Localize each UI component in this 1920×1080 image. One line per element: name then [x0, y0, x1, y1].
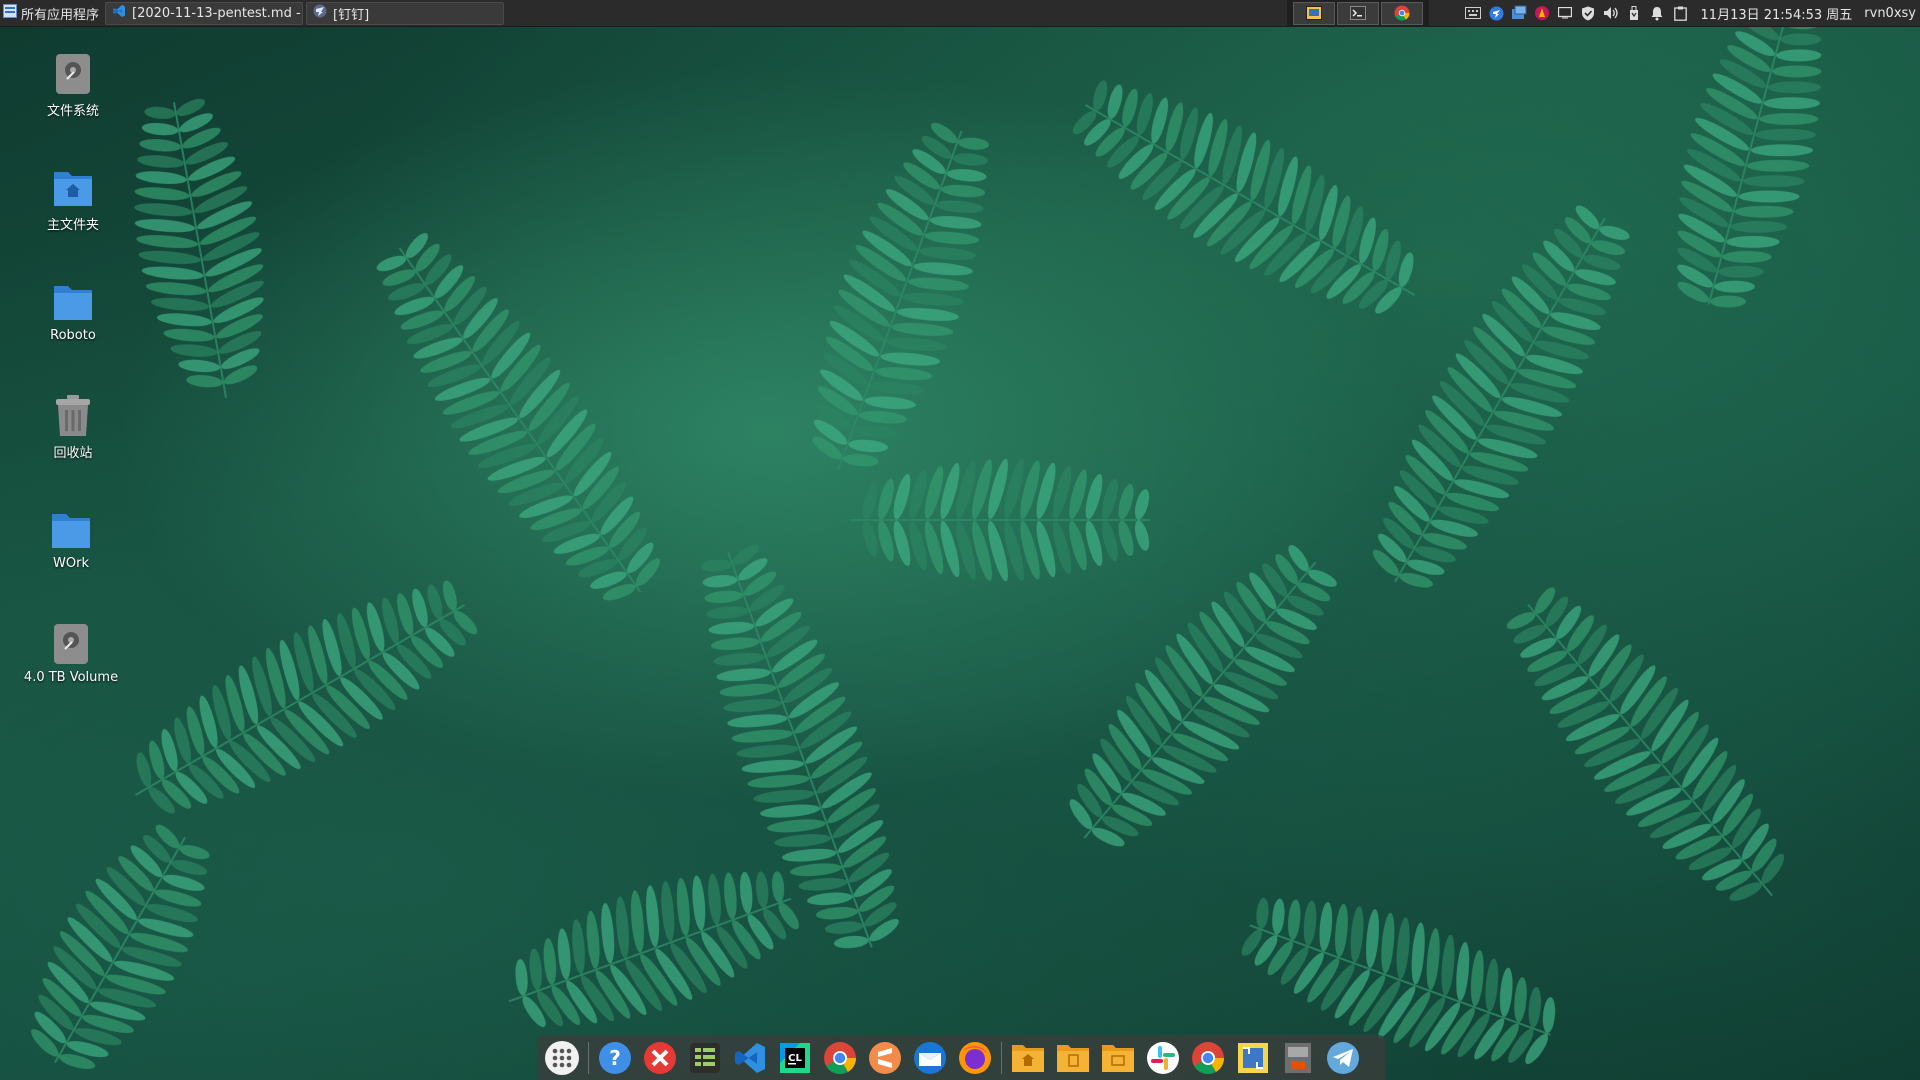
usb-icon[interactable]: [1626, 5, 1643, 22]
firefox-icon: [959, 1041, 991, 1074]
clock[interactable]: 11月13日 21:54:53 周五: [1701, 4, 1853, 23]
dingtalk-icon: [313, 4, 327, 22]
taskbar-item-label: [2020-11-13-pentest.md - ···: [132, 5, 304, 21]
chrome-icon: [1192, 1041, 1224, 1074]
folder-icon: [52, 514, 90, 548]
shield-icon[interactable]: [1580, 5, 1597, 22]
chrome-launcher[interactable]: [1380, 1, 1423, 25]
desktop-icon-label: 主文件夹: [46, 218, 99, 233]
desktop-icon-filesystem[interactable]: 文件系统: [18, 52, 128, 119]
system-tray: [1465, 5, 1689, 22]
slack-icon: [1147, 1041, 1179, 1074]
dock-shutter[interactable]: [1234, 1039, 1272, 1077]
dock-sublime[interactable]: [866, 1039, 904, 1077]
dock-telegram[interactable]: [1324, 1039, 1362, 1077]
keyboard-icon[interactable]: [1465, 5, 1482, 22]
system-monitor-icon: [690, 1042, 720, 1073]
dock-home-folder[interactable]: [1009, 1039, 1047, 1077]
dock-separator: [1001, 1041, 1002, 1074]
notification-bell-icon[interactable]: [1649, 5, 1666, 22]
screen-icon[interactable]: [1557, 5, 1574, 22]
drive-icon: [56, 54, 90, 94]
desktop-icon-label: 回收站: [53, 446, 93, 461]
taskbar-item-vscode[interactable]: [2020-11-13-pentest.md - ···: [105, 1, 304, 25]
sublime-icon: [869, 1041, 901, 1074]
documents-folder-icon: [1057, 1044, 1089, 1072]
dock-vscode[interactable]: [731, 1039, 769, 1077]
dock-chrome-2[interactable]: [1189, 1039, 1227, 1077]
svg-text:CL: CL: [788, 1053, 802, 1064]
dock: ? CL: [537, 1035, 1385, 1080]
mail-icon: [914, 1041, 946, 1074]
window-switcher-launcher[interactable]: [1292, 1, 1335, 25]
vscode-icon: [735, 1042, 765, 1073]
dock-separator: [588, 1041, 589, 1074]
svg-text:?: ?: [609, 1046, 621, 1070]
chrome-icon: [1394, 5, 1410, 21]
desktop-icon-label: WOrk: [53, 556, 89, 571]
desktop-icon-label: Roboto: [50, 328, 96, 343]
applications-menu[interactable]: 所有应用程序: [0, 0, 105, 27]
dock-mail[interactable]: [911, 1039, 949, 1077]
home-folder-icon: [54, 172, 92, 206]
dock-firefox[interactable]: [956, 1039, 994, 1077]
home-folder-icon: [1012, 1044, 1044, 1072]
window-switcher-icon: [1305, 6, 1322, 20]
dock-burp[interactable]: [1279, 1039, 1317, 1077]
screenshot-icon[interactable]: [1511, 5, 1528, 22]
dock-app-grid[interactable]: [543, 1039, 581, 1077]
taskbar-item-dingtalk[interactable]: [钉钉]: [306, 1, 505, 25]
taskbar-item-label: [钉钉]: [333, 7, 370, 23]
app-grid-icon: [545, 1040, 579, 1075]
clion-icon: CL: [780, 1042, 810, 1073]
dock-documents-folder[interactable]: [1054, 1039, 1092, 1077]
xmind-icon: [644, 1041, 676, 1074]
applications-menu-label: 所有应用程序: [21, 7, 100, 23]
dingtalk-tray-icon[interactable]: [1488, 5, 1505, 22]
desktop-icon-home[interactable]: 主文件夹: [18, 166, 128, 233]
wallpaper-image: [31, 0, 1822, 1070]
help-icon: ?: [599, 1041, 631, 1074]
desktop-icon-work[interactable]: WOrk: [16, 508, 126, 571]
app-tray-icon[interactable]: [1534, 5, 1551, 22]
telegram-icon: [1327, 1041, 1359, 1074]
user-menu[interactable]: rvn0xsy: [1864, 6, 1916, 21]
dock-clion[interactable]: CL: [776, 1039, 814, 1077]
trash-icon: [56, 395, 90, 436]
desktop-icon-trash[interactable]: 回收站: [18, 394, 128, 461]
terminal-icon: [1349, 6, 1366, 20]
clipboard-icon[interactable]: [1672, 5, 1689, 22]
desktop: 所有应用程序 [2020-11-13-pentest.md - ··· [钉钉]: [0, 0, 1920, 1080]
dock-xmind[interactable]: [641, 1039, 679, 1077]
folder-icon: [54, 286, 92, 320]
desktop-icon-label: 4.0 TB Volume: [23, 670, 119, 685]
desktop-icon-roboto[interactable]: Roboto: [18, 280, 128, 343]
dock-chrome[interactable]: [821, 1039, 859, 1077]
volume-icon[interactable]: [1603, 5, 1620, 22]
drive-icon: [54, 624, 88, 664]
applications-menu-icon: [3, 4, 17, 22]
chrome-icon: [824, 1041, 857, 1074]
burp-icon: [1285, 1042, 1311, 1073]
dock-system-monitor[interactable]: [686, 1039, 724, 1077]
vscode-icon: [112, 4, 126, 22]
shutter-icon: [1238, 1042, 1268, 1073]
desktop-icon-volume[interactable]: 4.0 TB Volume: [16, 622, 126, 685]
panel-launchers: [1286, 0, 1429, 27]
dock-folder[interactable]: [1099, 1039, 1137, 1077]
dock-slack[interactable]: [1144, 1039, 1182, 1077]
terminal-launcher[interactable]: [1336, 1, 1379, 25]
desktop-icon-label: 文件系统: [46, 104, 99, 119]
dock-help[interactable]: ?: [596, 1039, 634, 1077]
top-panel: 所有应用程序 [2020-11-13-pentest.md - ··· [钉钉]: [0, 0, 1920, 27]
folder-icon: [1102, 1044, 1134, 1072]
